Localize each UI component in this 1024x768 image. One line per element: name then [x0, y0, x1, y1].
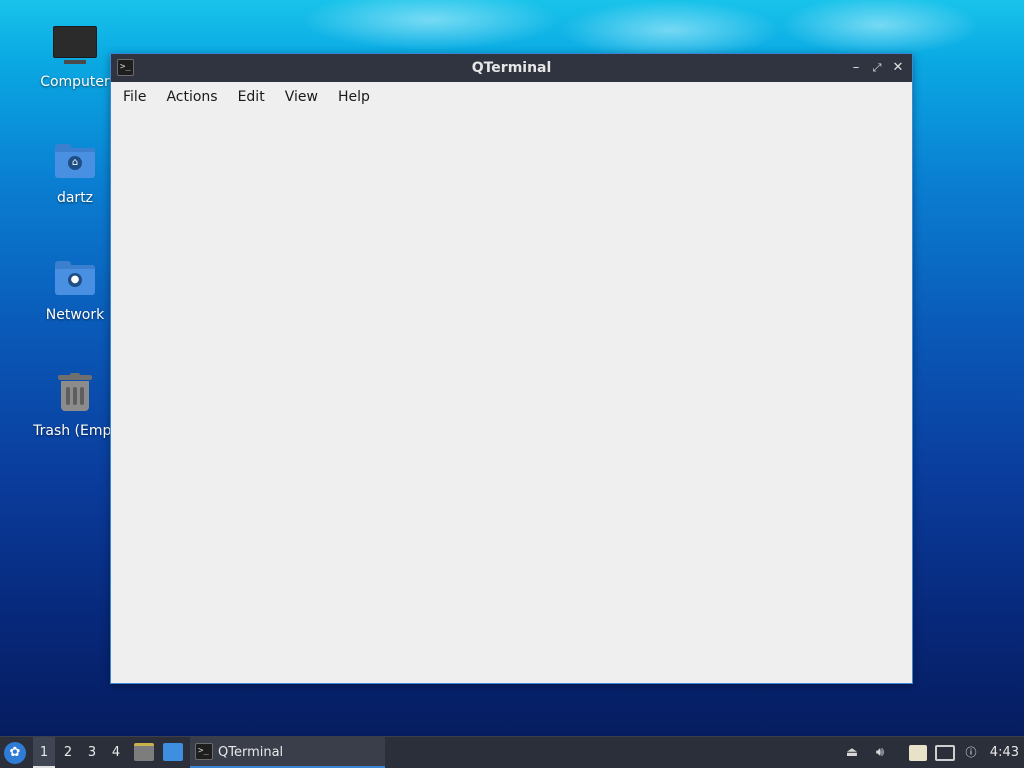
minimize-icon[interactable]: – [848, 60, 864, 76]
terminal-area[interactable] [111, 112, 912, 683]
menu-bar: File Actions Edit View Help [111, 82, 912, 112]
volume-icon[interactable]: 🔊︎ [872, 745, 888, 761]
desktop-icon-label: Computer [40, 74, 110, 90]
show-desktop-icon[interactable] [163, 743, 183, 761]
workspace-2[interactable]: 2 [57, 737, 79, 768]
wallpaper-highlight [300, 0, 560, 50]
workspace-3[interactable]: 3 [81, 737, 103, 768]
network-icon[interactable] [935, 745, 955, 761]
clipboard-icon[interactable] [909, 745, 927, 761]
menu-file[interactable]: File [113, 82, 156, 112]
workspace-4[interactable]: 4 [105, 737, 127, 768]
desktop-icon-home[interactable]: ⌂ dartz [27, 140, 123, 206]
terminal-icon: >_ [195, 743, 213, 760]
taskbar-task-qterminal[interactable]: >_ QTerminal [190, 737, 385, 768]
computer-icon [53, 24, 97, 68]
clock[interactable]: 4:43 [990, 737, 1019, 768]
desktop-icon-label: Network [45, 307, 105, 323]
desktop-icon-trash[interactable]: Trash (Empt [27, 373, 123, 439]
window-title: QTerminal [471, 60, 552, 76]
file-manager-icon[interactable] [134, 743, 154, 761]
menu-view[interactable]: View [275, 82, 328, 112]
close-icon[interactable]: ✕ [890, 60, 906, 76]
window-titlebar[interactable]: >_ QTerminal – ⤢ ✕ [111, 54, 912, 82]
wallpaper-highlight [780, 0, 980, 55]
desktop-icon-label: dartz [56, 190, 94, 206]
lxqt-start-icon[interactable]: ✿ [4, 742, 26, 764]
task-label: QTerminal [218, 745, 284, 760]
desktop-icon-network[interactable]: ● Network [27, 257, 123, 323]
menu-edit[interactable]: Edit [228, 82, 275, 112]
taskbar: ✿ 1 2 3 4 >_ QTerminal ⏏ 🔊︎ ⓘ 4:43 [0, 736, 1024, 768]
network-folder-icon: ● [53, 257, 97, 301]
wallpaper-highlight [560, 0, 780, 60]
qterminal-window: >_ QTerminal – ⤢ ✕ File Actions Edit Vie… [110, 53, 913, 684]
update-notifier-icon[interactable]: ⓘ [961, 745, 981, 761]
menu-actions[interactable]: Actions [156, 82, 227, 112]
trash-icon [53, 373, 97, 417]
menu-help[interactable]: Help [328, 82, 380, 112]
desktop-icon-label: Trash (Empt [33, 423, 117, 439]
eject-icon[interactable]: ⏏ [844, 745, 860, 761]
workspace-1[interactable]: 1 [33, 737, 55, 768]
maximize-icon[interactable]: ⤢ [869, 60, 885, 76]
home-folder-icon: ⌂ [53, 140, 97, 184]
desktop-icon-computer[interactable]: Computer [27, 24, 123, 90]
